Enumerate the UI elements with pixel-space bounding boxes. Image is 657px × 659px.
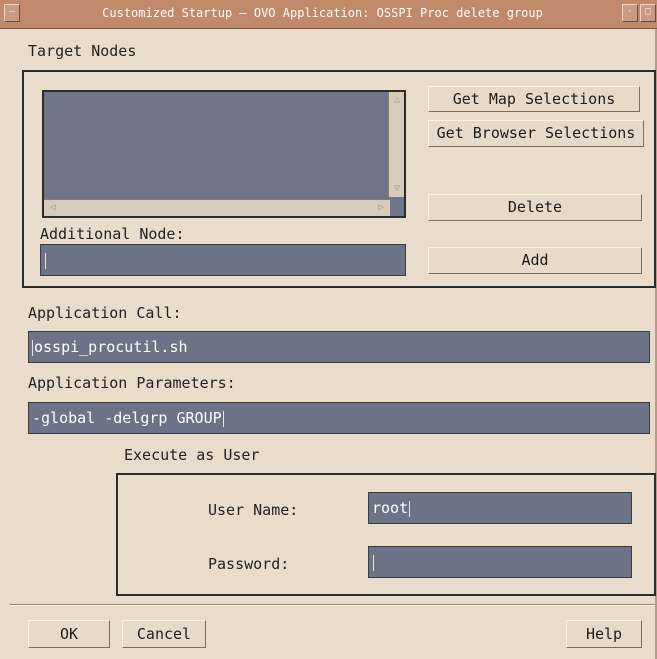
- maximize-icon[interactable]: □: [640, 4, 656, 22]
- window-menu-icon[interactable]: —: [4, 4, 20, 22]
- target-nodes-group: △ ▽ ◁ ▷ Get Map Selections Get Browser S…: [22, 70, 656, 288]
- text-cursor: [45, 252, 46, 269]
- add-button[interactable]: Add: [428, 247, 642, 274]
- application-parameters-label: Application Parameters:: [28, 374, 236, 392]
- application-parameters-input[interactable]: -global -delgrp GROUP: [28, 402, 650, 434]
- additional-node-label: Additional Node:: [40, 225, 185, 243]
- application-parameters-value: -global -delgrp GROUP: [32, 409, 222, 427]
- scroll-right-icon[interactable]: ▷: [375, 202, 387, 214]
- scroll-down-icon[interactable]: ▽: [391, 183, 403, 195]
- application-call-label: Application Call:: [28, 304, 182, 322]
- text-cursor: [409, 500, 411, 517]
- title-bar[interactable]: — Customized Startup — OVO Application: …: [0, 0, 657, 29]
- ok-button[interactable]: OK: [28, 620, 110, 648]
- text-cursor: [222, 410, 224, 427]
- horizontal-scrollbar[interactable]: ◁ ▷: [44, 199, 390, 216]
- cancel-button[interactable]: Cancel: [122, 620, 206, 648]
- text-cursor: [373, 554, 374, 571]
- footer-separator: [10, 604, 655, 606]
- scroll-left-icon[interactable]: ◁: [47, 202, 59, 214]
- help-button[interactable]: Help: [566, 620, 642, 648]
- minimize-icon[interactable]: ·: [622, 4, 638, 22]
- get-browser-selections-button[interactable]: Get Browser Selections: [428, 120, 644, 147]
- execute-as-user-group: User Name: root Password:: [116, 473, 656, 596]
- scroll-up-icon[interactable]: △: [391, 94, 403, 106]
- execute-as-user-label: Execute as User: [124, 446, 260, 464]
- target-nodes-list[interactable]: △ ▽ ◁ ▷: [42, 90, 406, 218]
- additional-node-input[interactable]: [40, 244, 406, 276]
- user-name-value: root: [372, 499, 409, 517]
- application-call-input[interactable]: osspi_procutil.sh: [28, 331, 650, 363]
- user-name-input[interactable]: root: [368, 492, 632, 524]
- password-label: Password:: [208, 555, 290, 573]
- text-cursor: [32, 339, 33, 356]
- password-input[interactable]: [368, 546, 632, 578]
- application-call-value: osspi_procutil.sh: [34, 338, 188, 356]
- dialog-window: — Customized Startup — OVO Application: …: [0, 0, 657, 659]
- window-title: Customized Startup — OVO Application: OS…: [102, 6, 543, 20]
- delete-button[interactable]: Delete: [428, 194, 642, 221]
- target-nodes-label: Target Nodes: [28, 42, 137, 60]
- get-map-selections-button[interactable]: Get Map Selections: [428, 86, 640, 112]
- user-name-label: User Name:: [208, 501, 299, 519]
- vertical-scrollbar[interactable]: △ ▽: [388, 92, 404, 197]
